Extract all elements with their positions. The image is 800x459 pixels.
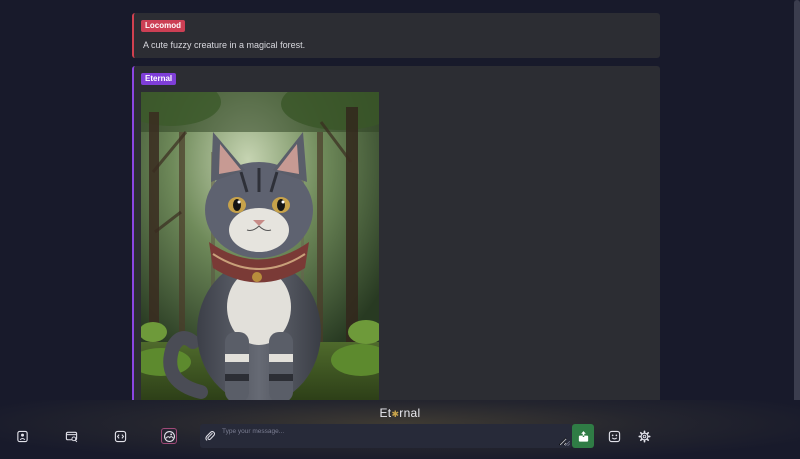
scrollbar-thumb[interactable] — [794, 0, 800, 405]
user-author-badge: Locomod — [141, 20, 185, 32]
resize-grip-icon[interactable] — [565, 441, 570, 446]
character-button[interactable] — [14, 428, 30, 444]
message-composer — [200, 424, 572, 448]
user-message-text: A cute fuzzy creature in a magical fores… — [143, 40, 306, 50]
code-button[interactable] — [112, 428, 128, 444]
image-generation-button[interactable] — [161, 428, 177, 444]
emoji-icon — [608, 430, 620, 442]
conversation-scrollbar[interactable] — [794, 0, 800, 405]
brand-title: Et✱rnal — [0, 406, 800, 420]
chat-history-icon — [65, 431, 77, 442]
code-icon — [114, 430, 126, 442]
character-icon — [16, 430, 28, 442]
chat-app: Locomod A cute fuzzy creature in a magic… — [0, 0, 800, 459]
settings-button[interactable] — [636, 428, 652, 444]
generated-cat-image[interactable] — [141, 92, 379, 400]
paperclip-icon — [205, 431, 216, 441]
send-icon — [578, 430, 588, 442]
conversation-area[interactable]: Locomod A cute fuzzy creature in a magic… — [0, 0, 794, 400]
brand-suffix: rnal — [399, 406, 421, 420]
chat-history-button[interactable] — [63, 428, 79, 444]
bot-author-badge: Eternal — [141, 73, 177, 85]
send-button[interactable] — [572, 424, 594, 448]
message-input[interactable] — [222, 426, 567, 446]
image-generation-icon — [163, 430, 175, 442]
bot-message: Eternal — [132, 66, 660, 400]
attach-button[interactable] — [203, 429, 217, 443]
settings-icon — [637, 429, 651, 443]
emoji-button[interactable] — [606, 428, 622, 444]
brand-prefix: Et — [379, 406, 392, 420]
user-message: Locomod A cute fuzzy creature in a magic… — [132, 13, 660, 58]
